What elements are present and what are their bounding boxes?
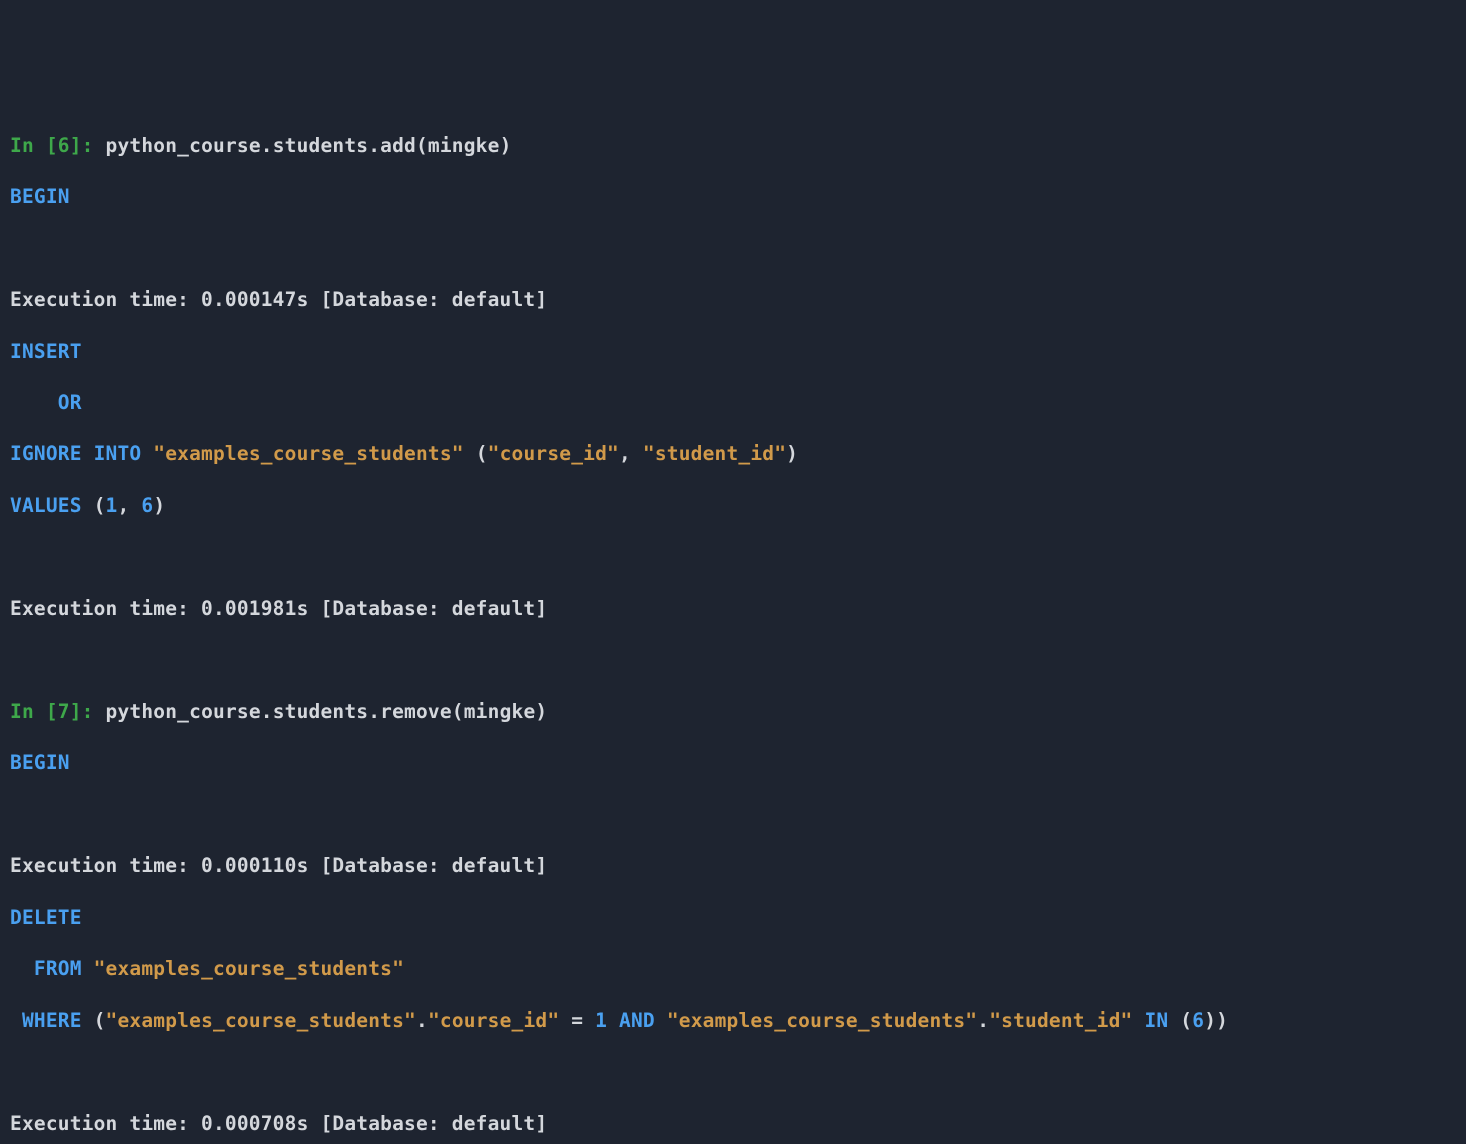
- paren-open: (: [1168, 1009, 1192, 1032]
- table-name: "examples_course_students": [94, 957, 404, 980]
- space: [607, 1009, 619, 1032]
- sql-delete: DELETE: [10, 905, 1456, 931]
- keyword-ignore: IGNORE: [10, 442, 82, 465]
- column-name: "course_id": [428, 1009, 559, 1032]
- sql-or: OR: [10, 390, 1456, 416]
- sql-ignore-into: IGNORE INTO "examples_course_students" (…: [10, 441, 1456, 467]
- keyword-delete: DELETE: [10, 906, 82, 929]
- keyword-from: FROM: [34, 957, 82, 980]
- table-name: "examples_course_students": [153, 442, 463, 465]
- exec-db: [Database: default]: [309, 854, 548, 877]
- keyword-and: AND: [619, 1009, 655, 1032]
- execution-time-1: Execution time: 0.000147s [Database: def…: [10, 287, 1456, 313]
- dot: .: [416, 1009, 428, 1032]
- terminal-output: In [6]: python_course.students.add(mingk…: [10, 107, 1456, 1144]
- sql-from: FROM "examples_course_students": [10, 956, 1456, 982]
- keyword-begin: BEGIN: [10, 751, 70, 774]
- blank-line: [10, 802, 1456, 828]
- paren-open: (: [82, 1009, 106, 1032]
- sql-insert: INSERT: [10, 339, 1456, 365]
- prompt-close: ]:: [70, 700, 106, 723]
- paren-open: (: [464, 442, 488, 465]
- keyword-into: INTO: [82, 442, 142, 465]
- sql-begin: BEGIN: [10, 750, 1456, 776]
- column-name: "student_id": [643, 442, 786, 465]
- sql-where: WHERE ("examples_course_students"."cours…: [10, 1008, 1456, 1034]
- keyword-values: VALUES: [10, 494, 82, 517]
- exec-label: Execution time:: [10, 288, 201, 311]
- blank-line: [10, 544, 1456, 570]
- dot: .: [977, 1009, 989, 1032]
- prompt-number: 7: [58, 700, 70, 723]
- keyword-in: IN: [1144, 1009, 1168, 1032]
- paren-close: ): [1204, 1009, 1216, 1032]
- value-literal: 1: [595, 1009, 607, 1032]
- exec-value: 0.001981s: [201, 597, 308, 620]
- exec-db: [Database: default]: [309, 288, 548, 311]
- paren-close: ): [153, 494, 165, 517]
- paren-open: (: [82, 494, 106, 517]
- execution-time-2: Execution time: 0.001981s [Database: def…: [10, 596, 1456, 622]
- exec-label: Execution time:: [10, 854, 201, 877]
- prompt-in: In [: [10, 700, 58, 723]
- blank-line: [10, 647, 1456, 673]
- exec-label: Execution time:: [10, 597, 201, 620]
- prompt-close: ]:: [70, 134, 106, 157]
- column-name: "student_id": [989, 1009, 1132, 1032]
- value-literal: 6: [1192, 1009, 1204, 1032]
- padding: [10, 957, 34, 980]
- exec-value: 0.000708s: [201, 1112, 308, 1135]
- space: [141, 442, 153, 465]
- keyword-where: WHERE: [22, 1009, 82, 1032]
- padding: [10, 1009, 22, 1032]
- keyword-begin: BEGIN: [10, 185, 70, 208]
- exec-value: 0.000110s: [201, 854, 308, 877]
- value-literal: 1: [106, 494, 118, 517]
- exec-db: [Database: default]: [309, 597, 548, 620]
- column-name: "course_id": [488, 442, 619, 465]
- input-code: python_course.students.remove(mingke): [106, 700, 548, 723]
- value-literal: 6: [141, 494, 153, 517]
- comma: ,: [619, 442, 643, 465]
- sql-begin: BEGIN: [10, 184, 1456, 210]
- table-name: "examples_course_students": [667, 1009, 977, 1032]
- execution-time-3: Execution time: 0.000110s [Database: def…: [10, 853, 1456, 879]
- keyword-insert: INSERT: [10, 340, 82, 363]
- execution-time-4: Execution time: 0.000708s [Database: def…: [10, 1111, 1456, 1137]
- paren-close: ): [1216, 1009, 1228, 1032]
- sql-values: VALUES (1, 6): [10, 493, 1456, 519]
- exec-db: [Database: default]: [309, 1112, 548, 1135]
- keyword-or: OR: [58, 391, 82, 414]
- paren-close: ): [786, 442, 798, 465]
- exec-label: Execution time:: [10, 1112, 201, 1135]
- blank-line: [10, 1059, 1456, 1085]
- prompt-in: In [: [10, 134, 58, 157]
- space: [655, 1009, 667, 1032]
- input-line-6: In [6]: python_course.students.add(mingk…: [10, 133, 1456, 159]
- blank-line: [10, 236, 1456, 262]
- exec-value: 0.000147s: [201, 288, 308, 311]
- space: [1133, 1009, 1145, 1032]
- comma: ,: [117, 494, 141, 517]
- prompt-number: 6: [58, 134, 70, 157]
- input-code: python_course.students.add(mingke): [106, 134, 512, 157]
- table-name: "examples_course_students": [106, 1009, 416, 1032]
- equals: =: [559, 1009, 595, 1032]
- space: [82, 957, 94, 980]
- input-line-7: In [7]: python_course.students.remove(mi…: [10, 699, 1456, 725]
- padding: [10, 391, 58, 414]
